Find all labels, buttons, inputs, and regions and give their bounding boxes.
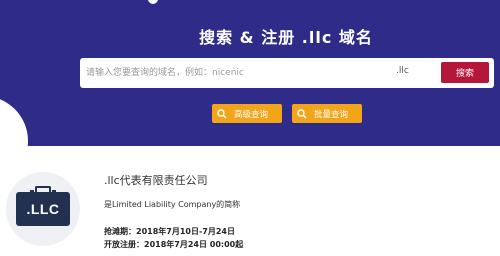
search-button[interactable]: 搜索	[441, 62, 489, 83]
general-availability: 开放注册：2018年7月24日 00:00起	[104, 240, 244, 249]
domain-search-bar: .llc 搜索	[80, 58, 494, 88]
logo-text: .LLC	[26, 201, 60, 217]
tld-info-title: .llc代表有限责任公司	[104, 174, 208, 187]
decorative-circle	[0, 96, 28, 146]
bulk-search-label: 批量查询	[314, 109, 349, 120]
tld-suffix: .llc	[396, 66, 409, 76]
domain-search-input[interactable]	[86, 63, 386, 83]
sunrise-period: 抢滩期：2018年7月10日-7月24日	[104, 227, 235, 236]
bulk-search-button[interactable]: 批量查询	[292, 104, 362, 123]
page-title: 搜索 & 注册 .llc 域名	[199, 28, 373, 47]
briefcase-icon: .LLC	[16, 186, 70, 226]
hero-banner: 搜索 & 注册 .llc 域名 .llc 搜索 高级查询 批量查询	[0, 0, 500, 146]
search-icon	[296, 108, 308, 120]
advanced-search-button[interactable]: 高级查询	[212, 104, 282, 123]
llc-logo: .LLC	[6, 172, 80, 246]
advanced-search-label: 高级查询	[234, 109, 269, 120]
tld-info-description: 是Limited Liability Company的简称	[104, 200, 241, 209]
decorative-dot	[148, 0, 158, 4]
search-icon	[216, 108, 228, 120]
